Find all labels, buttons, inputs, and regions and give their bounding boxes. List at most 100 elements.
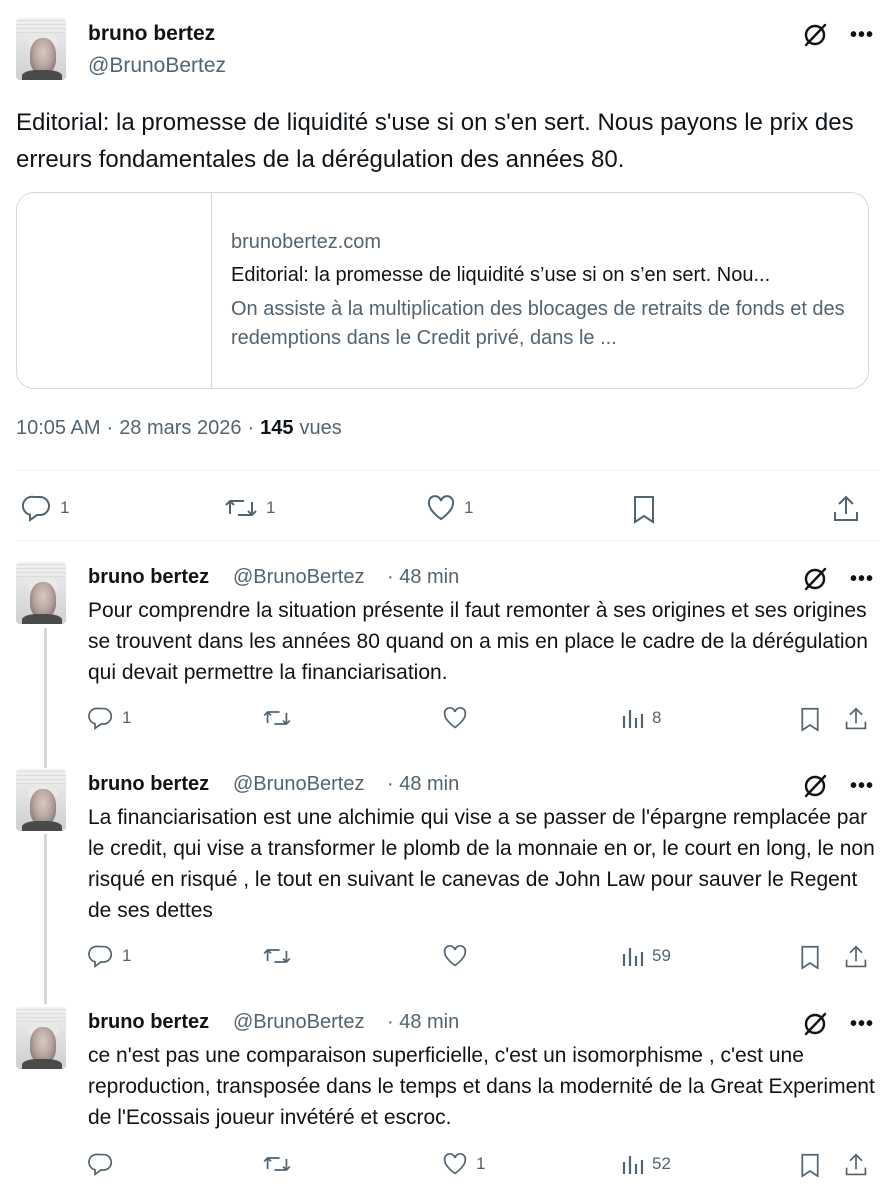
reply-icon	[88, 707, 113, 730]
link-card-description: On assiste à la multiplication des bloca…	[231, 298, 845, 349]
reply-button[interactable]: 1	[22, 494, 69, 522]
avatar[interactable]	[16, 769, 66, 831]
tweet-header-actions: •••	[802, 1011, 874, 1037]
author-handle[interactable]: @BrunoBertez	[88, 54, 226, 78]
thread-connector	[44, 834, 47, 1004]
link-card[interactable]: brunobertez.com Editorial: la promesse d…	[16, 192, 869, 389]
like-count: 1	[476, 1154, 486, 1173]
heart-icon	[443, 706, 467, 729]
link-card-domain: brunobertez.com	[231, 231, 382, 253]
tweet-metadata: 10:05 AM · 28 mars 2026 · 145 vues	[16, 417, 342, 440]
tweet-text: Editorial: la promesse de liquidité s'us…	[16, 109, 854, 173]
retweet-button[interactable]	[262, 706, 292, 730]
reply-time[interactable]: · 48 min	[387, 566, 459, 589]
author-handle[interactable]: @BrunoBertez	[233, 566, 364, 589]
more-icon[interactable]: •••	[850, 569, 874, 589]
retweet-icon	[225, 500, 257, 516]
reply-time[interactable]: · 48 min	[387, 1011, 459, 1034]
author-name[interactable]: bruno bertez	[88, 773, 209, 796]
share-icon	[834, 495, 858, 521]
views-button[interactable]: 52	[622, 1152, 671, 1176]
reply-count: 1	[122, 946, 132, 965]
bookmark-icon	[801, 707, 819, 732]
views-count: 52	[652, 1154, 671, 1173]
share-button[interactable]	[844, 706, 868, 732]
tweet-header-actions: •••	[802, 773, 874, 799]
heart-icon	[443, 1152, 467, 1175]
bookmark-button[interactable]	[798, 1152, 822, 1178]
views-icon	[622, 948, 644, 966]
retweet-icon	[263, 711, 291, 725]
tweet-header-actions: •••	[802, 566, 874, 592]
tweet-time[interactable]: 10:05 AM	[16, 417, 101, 440]
retweet-icon	[263, 949, 291, 963]
avatar[interactable]	[16, 1007, 66, 1069]
grok-icon[interactable]	[802, 22, 828, 48]
views-button[interactable]: 59	[622, 944, 671, 968]
like-button[interactable]: 1	[442, 1152, 485, 1176]
retweet-button[interactable]	[262, 944, 292, 968]
views-label: vues	[299, 417, 342, 439]
views-count: 8	[652, 708, 662, 727]
avatar[interactable]	[16, 562, 66, 624]
views-count: 59	[652, 946, 671, 965]
author-handle[interactable]: @BrunoBertez	[233, 773, 364, 796]
share-button[interactable]	[844, 944, 868, 970]
divider	[16, 540, 880, 541]
grok-icon[interactable]	[802, 1011, 828, 1037]
reply-button[interactable]: 1	[88, 944, 131, 968]
retweet-button[interactable]	[262, 1152, 292, 1176]
reply-button[interactable]	[88, 1152, 122, 1176]
author-name[interactable]: bruno bertez	[88, 566, 209, 589]
link-card-title: Editorial: la promesse de liquidité s’us…	[231, 264, 771, 286]
more-icon[interactable]: •••	[850, 25, 874, 45]
heart-icon	[443, 944, 467, 967]
like-count: 1	[464, 498, 474, 517]
reply-text: La financiarisation est une alchimie qui…	[88, 806, 875, 922]
bookmark-icon	[801, 945, 819, 970]
share-button[interactable]	[844, 1152, 868, 1178]
bookmark-icon	[801, 1153, 819, 1178]
heart-icon	[427, 495, 455, 521]
bookmark-button[interactable]	[798, 706, 822, 732]
reply-icon	[88, 945, 113, 968]
bookmark-button[interactable]	[630, 494, 658, 524]
grok-icon[interactable]	[802, 566, 828, 592]
bookmark-icon	[634, 496, 654, 524]
author-name[interactable]: bruno bertez	[88, 1011, 209, 1034]
more-icon[interactable]: •••	[850, 776, 874, 796]
share-icon	[845, 1153, 867, 1176]
reply-icon	[22, 495, 50, 522]
retweet-button[interactable]: 1	[224, 494, 275, 522]
views-count: 145	[260, 417, 294, 439]
thread-connector	[44, 628, 47, 768]
author-name[interactable]: bruno bertez	[88, 22, 215, 46]
like-button[interactable]	[442, 944, 468, 968]
divider	[16, 470, 880, 471]
avatar[interactable]	[16, 18, 66, 80]
retweet-count: 1	[266, 498, 276, 517]
reply-text: ce n'est pas une comparaison superficiel…	[88, 1044, 875, 1129]
author-handle[interactable]: @BrunoBertez	[233, 1011, 364, 1034]
reply-button[interactable]: 1	[88, 706, 131, 730]
reply-count: 1	[60, 498, 70, 517]
reply-time[interactable]: · 48 min	[387, 773, 459, 796]
tweet-date[interactable]: 28 mars 2026	[119, 417, 241, 440]
share-icon	[845, 945, 867, 968]
bookmark-button[interactable]	[798, 944, 822, 970]
tweet-header-actions: •••	[802, 22, 874, 48]
reply-icon	[88, 1153, 113, 1176]
like-button[interactable]	[442, 706, 468, 730]
views-icon	[622, 1156, 644, 1174]
reply-count: 1	[122, 708, 132, 727]
share-icon	[845, 707, 867, 730]
retweet-icon	[263, 1157, 291, 1171]
grok-icon[interactable]	[802, 773, 828, 799]
link-card-thumbnail	[17, 193, 212, 388]
share-button[interactable]	[832, 494, 860, 524]
reply-text: Pour comprendre la situation présente il…	[88, 599, 868, 684]
views-icon	[622, 710, 644, 728]
more-icon[interactable]: •••	[850, 1014, 874, 1034]
like-button[interactable]: 1	[426, 494, 473, 522]
views-button[interactable]: 8	[622, 706, 661, 730]
